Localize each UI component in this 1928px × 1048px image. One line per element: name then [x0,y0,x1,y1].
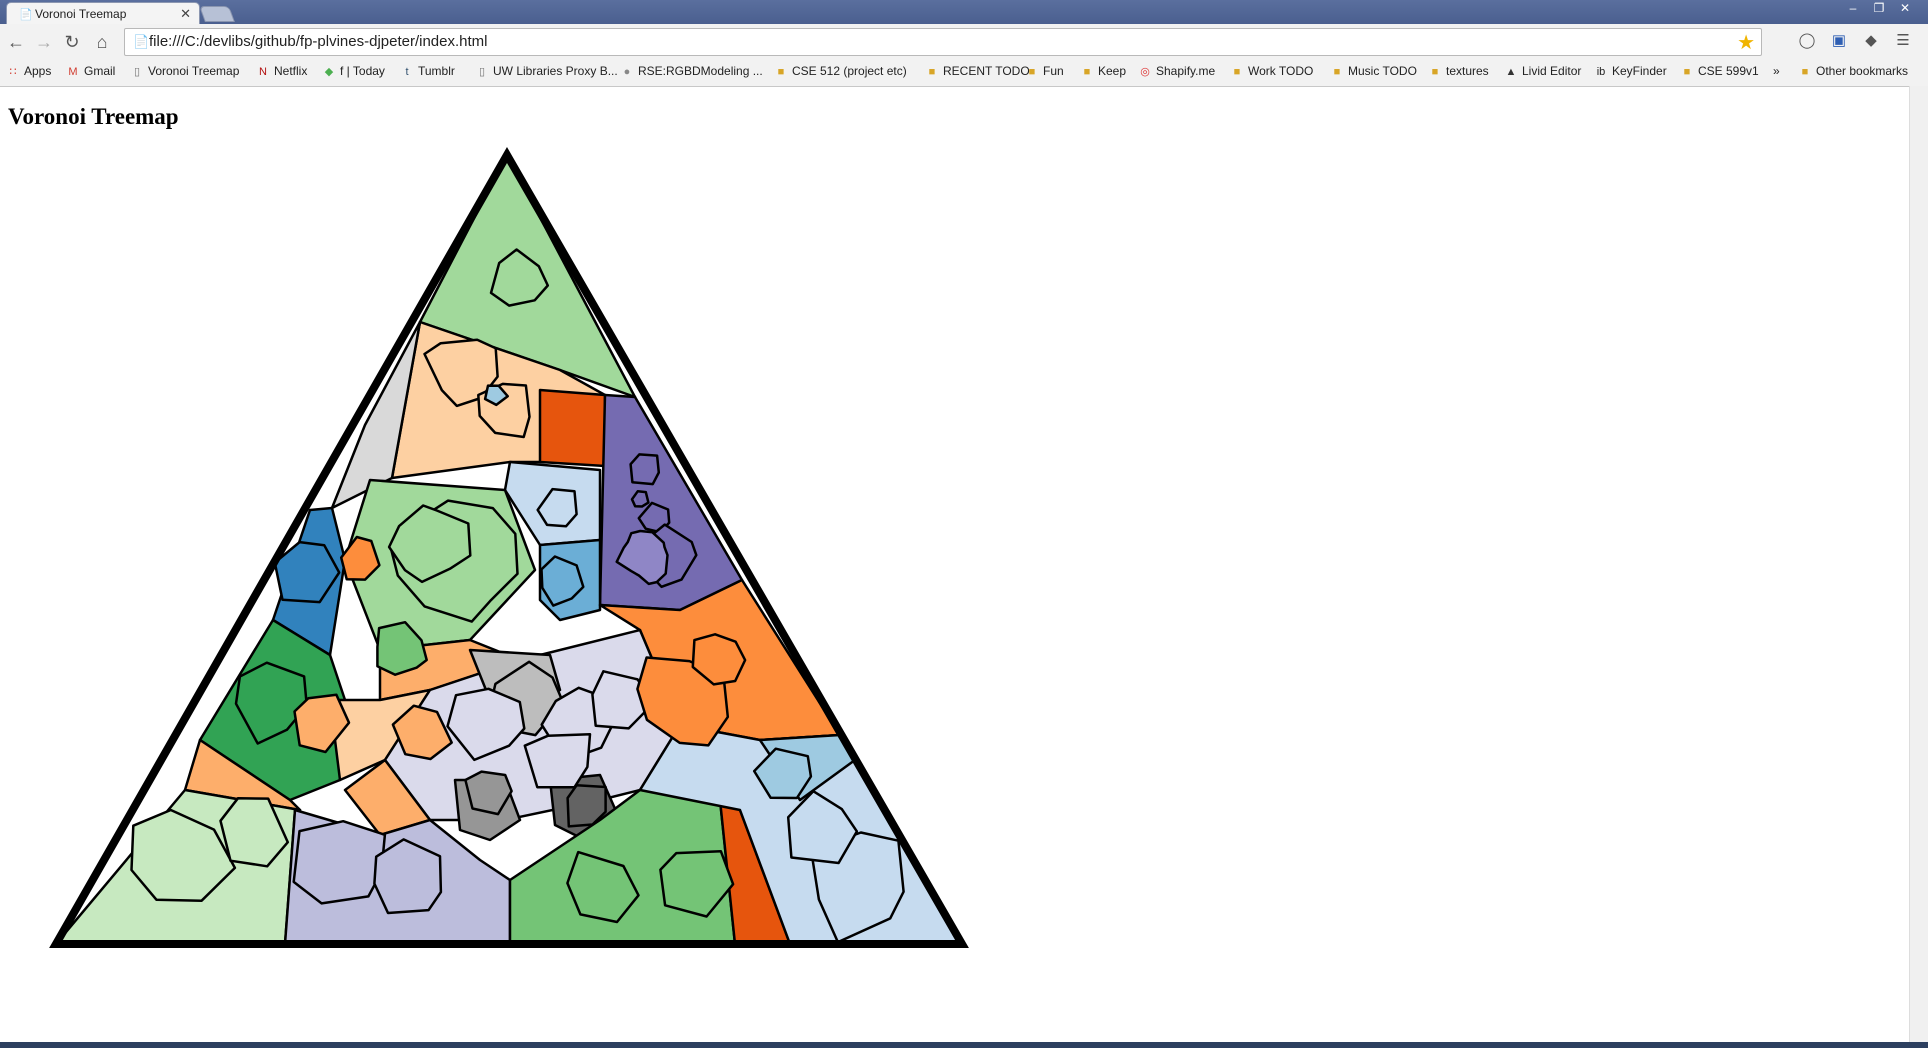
treemap-cell [629,453,661,486]
page-icon: ▯ [133,66,141,78]
treemap-cell [292,819,387,905]
other-bookmarks-label: Other bookmarks [1816,64,1909,78]
folder-icon: ■ [1333,66,1341,78]
folder-icon: ■ [777,66,785,78]
bookmark-voronoi-treemap[interactable]: ▯ Voronoi Treemap [130,64,239,78]
reload-icon[interactable]: ↻ [60,30,84,54]
bookmark-label: CSE 599v1 [1698,64,1759,78]
bookmark-label: Work TODO [1248,64,1314,78]
folder-icon: ■ [1801,66,1809,78]
bookmark-label: Shapify.me [1156,64,1216,78]
bookmark-label: KeyFinder [1612,64,1667,78]
bookmark-work-todo[interactable]: ■ Work TODO [1230,64,1314,78]
bookmark-label: UW Libraries Proxy B... [493,64,618,78]
restore-icon[interactable]: ❐ [1866,0,1892,18]
keyfinder-icon: ib [1596,66,1606,78]
browser-toolbar: ← → ↻ ⌂ 📄 file:///C:/devlibs/github/fp-p… [0,24,1928,60]
bookmarks-bar: ∷ Apps M Gmail ▯ Voronoi Treemap N Netflix ◆ f | … [0,60,1928,87]
folder-icon: ■ [1683,66,1691,78]
tab-voronoi-treemap[interactable]: 📄 Voronoi Treemap ✕ [6,2,200,25]
treemap-cell [523,732,592,789]
bookmark-netflix[interactable]: N Netflix [256,64,307,78]
netflix-icon: N [259,66,267,78]
tab-strip: 📄 Voronoi Treemap ✕ – ❐ ✕ [0,0,1928,25]
folder-icon: ■ [1431,66,1439,78]
extension-circle-icon[interactable]: ◯ [1796,30,1818,52]
bookmark-f-today[interactable]: ◆ f | Today [322,64,385,78]
shapify-icon: ◎ [1140,66,1150,78]
bookmark-uw-libraries-proxy-b[interactable]: ▯ UW Libraries Proxy B... [475,64,618,78]
bookmark-label: Livid Editor [1522,64,1582,78]
bookmark-cse-599v1[interactable]: ■ CSE 599v1 [1680,64,1759,78]
apps-grid-icon: ∷ [9,66,17,78]
bookmark-label: Netflix [274,64,308,78]
bookmark-label: Gmail [84,64,116,78]
bookmark-label: Apps [24,64,52,78]
bookmark-keep[interactable]: ■ Keep [1080,64,1126,78]
bookmark-label: RSE:RGBDModeling ... [638,64,763,78]
folder-icon: ■ [1083,66,1091,78]
bookmark-label: RECENT TODO [943,64,1030,78]
page-icon: ▯ [478,66,486,78]
bookmark-label: Keep [1098,64,1127,78]
folder-icon: ■ [1233,66,1241,78]
close-tab-icon[interactable]: ✕ [180,6,191,22]
window-controls: – ❐ ✕ [1840,0,1918,18]
feedly-icon: ◆ [324,66,334,78]
bookmark-fun[interactable]: ■ Fun [1025,64,1064,78]
back-icon[interactable]: ← [4,30,28,54]
menu-icon[interactable]: ☰ [1892,30,1914,52]
bookmark-star-icon[interactable]: ★ [1737,30,1755,55]
globe-icon: ● [623,66,631,78]
minimize-icon[interactable]: – [1840,0,1866,18]
page-icon: 📄 [133,34,150,49]
bookmark-tumblr[interactable]: t Tumblr [400,64,455,78]
gmail-icon: M [68,66,78,78]
treemap-cell [538,388,607,468]
bookmark-cse-512-project-etc[interactable]: ■ CSE 512 (project etc) [774,64,907,78]
other-bookmarks[interactable]: ■ Other bookmarks [1798,64,1908,78]
voronoi-treemap [49,146,969,948]
bookmark-label: f | Today [340,64,385,78]
home-icon[interactable]: ⌂ [90,30,114,54]
bookmark-label: Music TODO [1348,64,1417,78]
folder-icon: ■ [928,66,936,78]
bookmark-rse-rgbdmodeling[interactable]: ● RSE:RGBDModeling ... [620,64,763,78]
bookmark-keyfinder[interactable]: ib KeyFinder [1594,64,1667,78]
bookmark-label: Voronoi Treemap [148,64,240,78]
taskbar [0,1042,1928,1048]
bookmarks-overflow-icon[interactable]: » [1773,64,1780,78]
bookmark-shapify-me[interactable]: ◎ Shapify.me [1138,64,1215,78]
bookmark-label: Fun [1043,64,1064,78]
bookmark-label: Tumblr [418,64,455,78]
bookmark-apps[interactable]: ∷ Apps [6,64,52,78]
livid-icon: ▲ [1505,66,1517,78]
folder-icon: ■ [1028,66,1036,78]
bookmark-gmail[interactable]: M Gmail [66,64,115,78]
bookmark-livid-editor[interactable]: ▲ Livid Editor [1504,64,1582,78]
extension-diamond-icon[interactable]: ◆ [1860,30,1882,52]
address-bar[interactable]: 📄 file:///C:/devlibs/github/fp-plvines-d… [124,28,1762,56]
vertical-scrollbar[interactable] [1909,86,1928,1042]
bookmark-textures[interactable]: ■ textures [1428,64,1489,78]
close-window-icon[interactable]: ✕ [1892,0,1918,18]
bookmark-label: textures [1446,64,1489,78]
tab-title: Voronoi Treemap [35,7,127,21]
new-tab-button[interactable] [199,6,235,22]
page-icon: 📄 [19,9,33,21]
tumblr-icon: t [405,66,409,78]
bookmark-recent-todo[interactable]: ■ RECENT TODO [925,64,1030,78]
forward-icon[interactable]: → [32,30,56,54]
bookmark-music-todo[interactable]: ■ Music TODO [1330,64,1417,78]
extension-box-icon[interactable]: ▣ [1828,30,1850,52]
url-text: file:///C:/devlibs/github/fp-plvines-djp… [149,33,488,50]
bookmark-label: CSE 512 (project etc) [792,64,907,78]
